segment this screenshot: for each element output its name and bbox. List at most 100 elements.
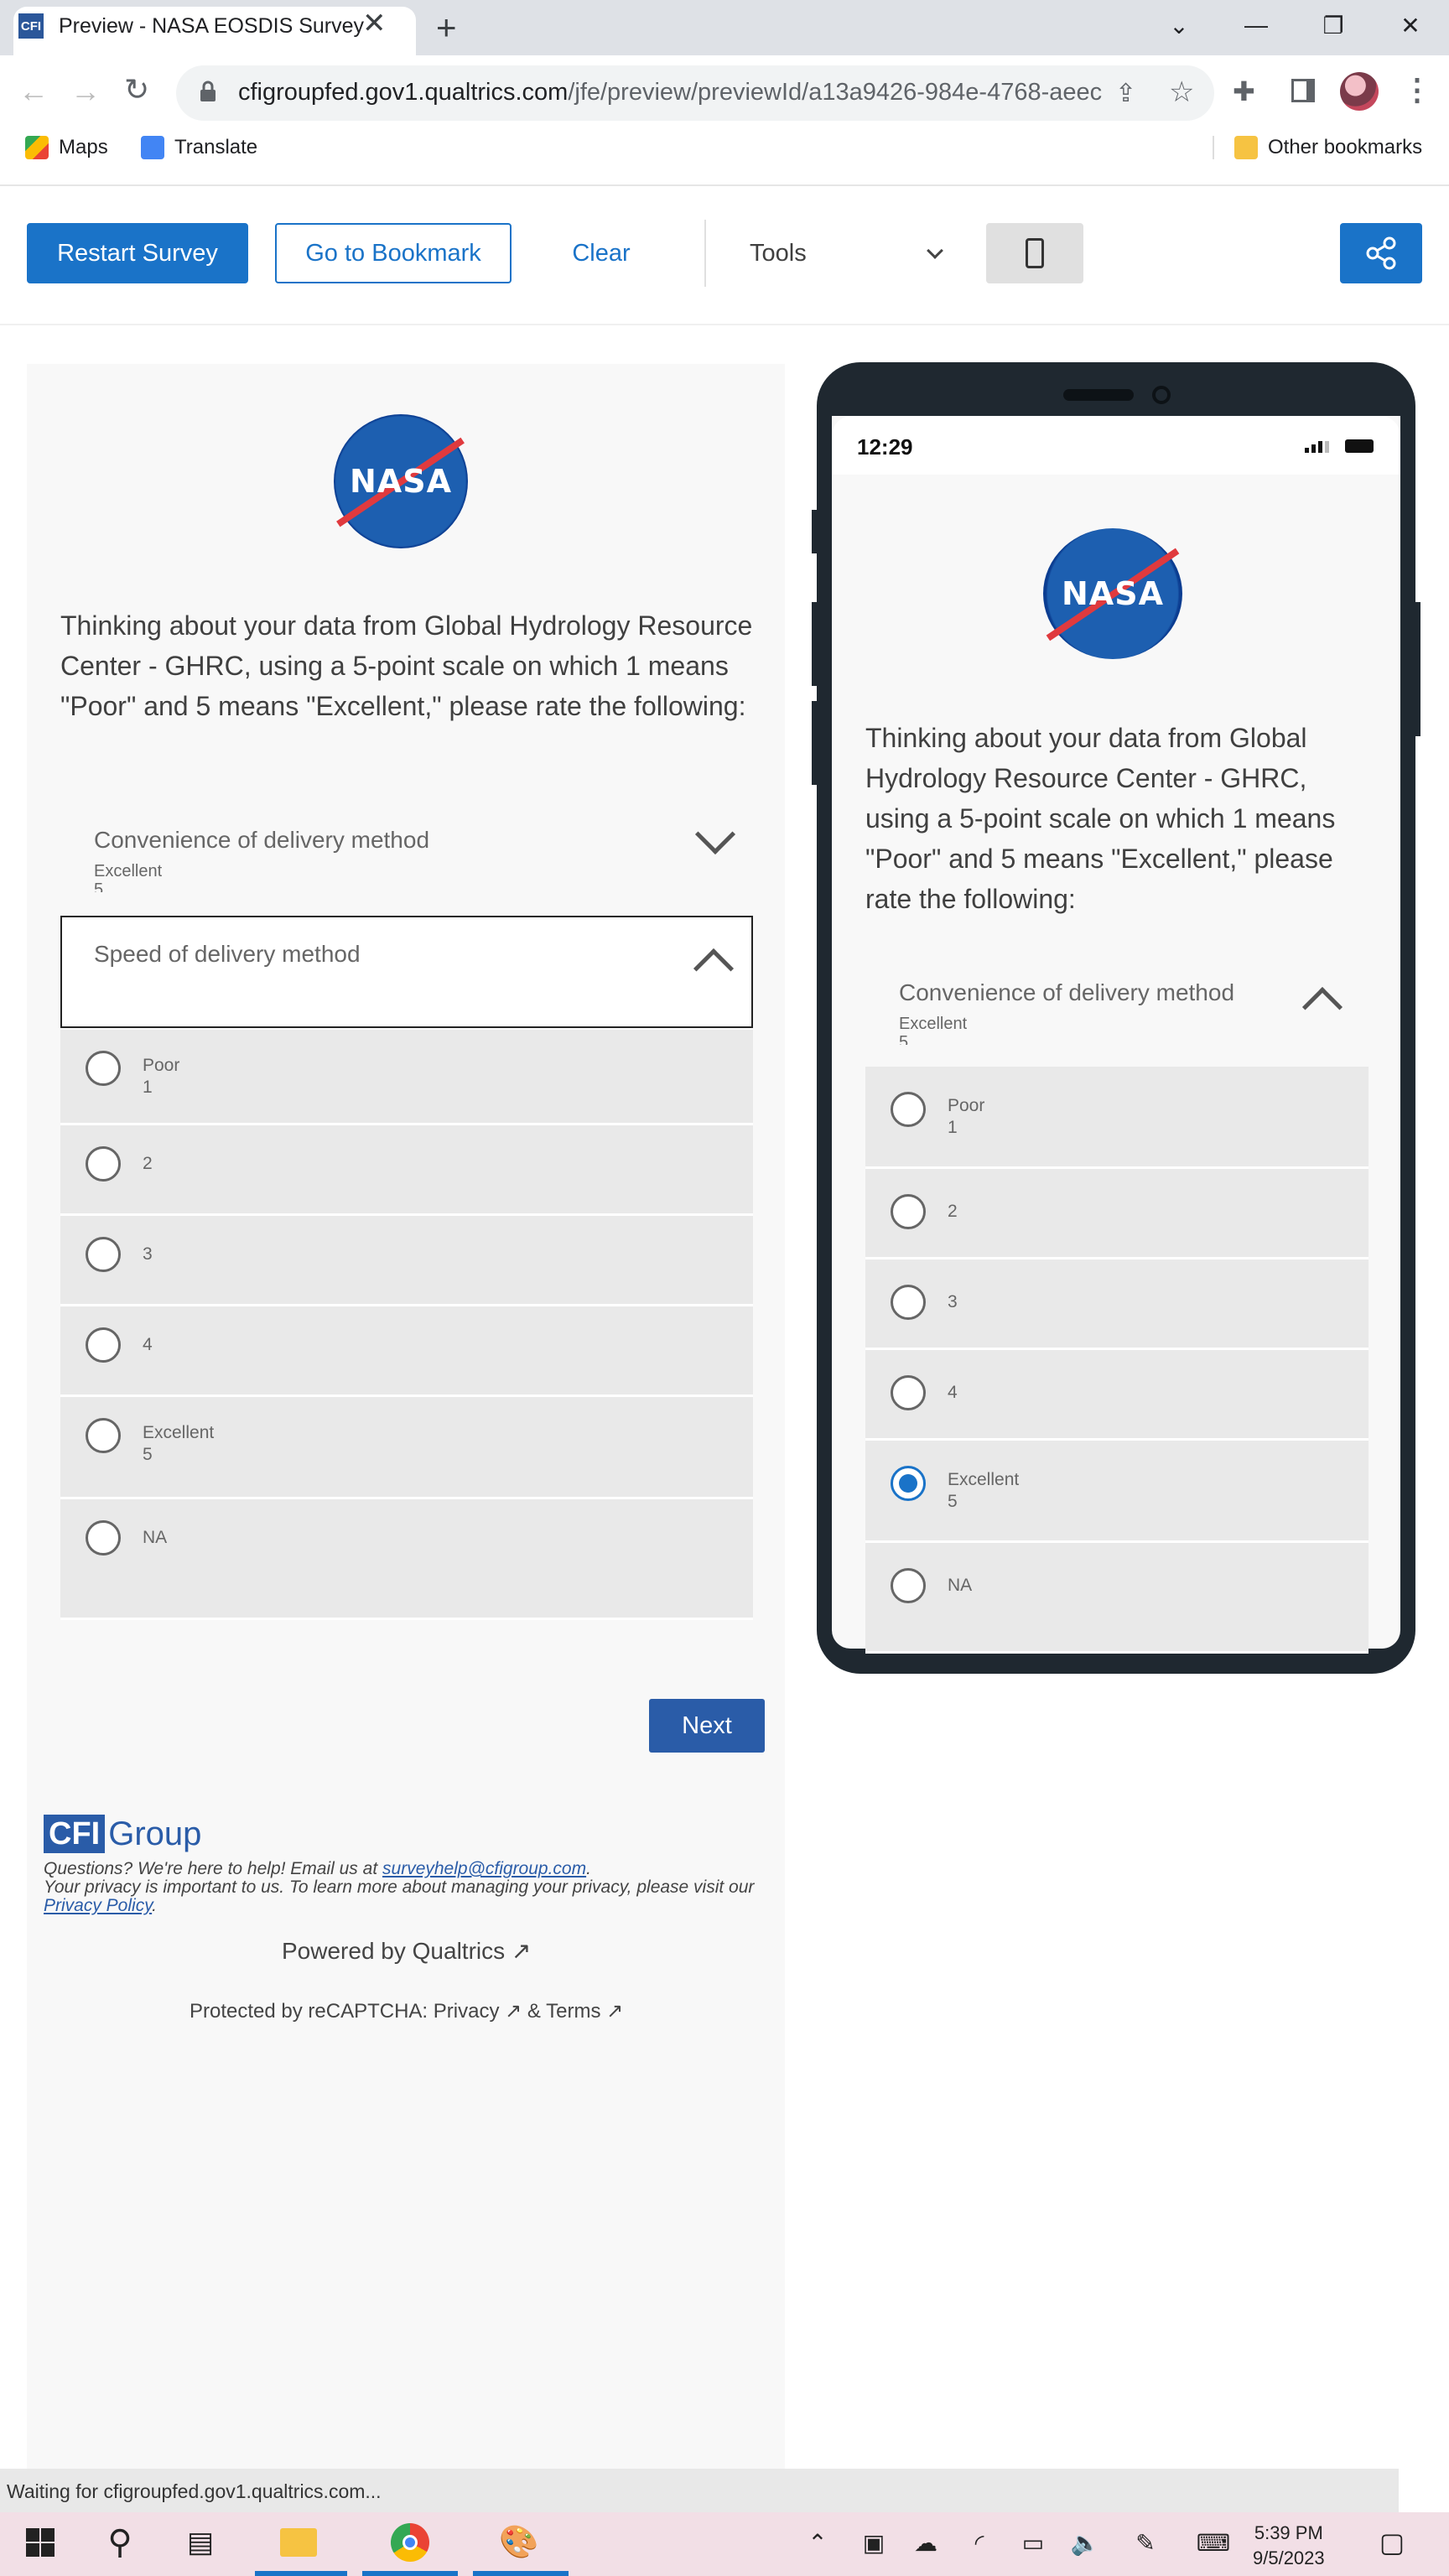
option-row[interactable]: Poor 1 <box>865 1067 1368 1169</box>
radio-button[interactable] <box>891 1092 926 1127</box>
radio-button[interactable] <box>86 1146 121 1182</box>
option-value: 1 <box>143 1078 153 1097</box>
browser-status-bar: Waiting for cfigroupfed.gov1.qualtrics.c… <box>0 2469 1399 2516</box>
tab-search-icon[interactable]: ⌄ <box>1140 0 1218 50</box>
external-link-icon: ↗ <box>511 1938 532 1964</box>
radio-button[interactable] <box>86 1237 121 1272</box>
lock-icon[interactable] <box>200 80 216 102</box>
option-row[interactable]: 2 <box>60 1125 753 1216</box>
bookmark-maps[interactable]: Maps <box>25 136 108 159</box>
footer-text: Questions? We're here to help! Email us … <box>44 1859 755 1915</box>
option-label: Poor <box>143 1056 180 1075</box>
windows-logo-icon <box>26 2528 55 2557</box>
chevron-up-icon <box>1301 986 1343 1028</box>
recaptcha-terms-link[interactable]: Terms <box>546 2000 600 2023</box>
phone-icon <box>1026 238 1044 268</box>
radio-button[interactable] <box>86 1327 121 1363</box>
option-row[interactable]: Poor 1 <box>60 1030 753 1125</box>
restore-icon[interactable]: ❐ <box>1295 0 1372 50</box>
option-value: 1 <box>948 1118 958 1137</box>
option-row[interactable]: Excellent 5 <box>60 1397 753 1499</box>
option-row[interactable]: NA <box>60 1499 753 1620</box>
option-label-group: 4 <box>143 1334 153 1356</box>
pen-icon[interactable]: ✎ <box>1130 2524 1161 2561</box>
other-bookmarks[interactable]: Other bookmarks <box>1213 136 1422 159</box>
battery-tray-icon[interactable]: ▭ <box>1016 2524 1050 2561</box>
option-label: 3 <box>143 1244 153 1264</box>
window-close-icon[interactable]: ✕ <box>1372 0 1449 50</box>
notification-icon[interactable]: ▢ <box>1374 2524 1410 2561</box>
tools-dropdown[interactable]: Tools <box>736 223 954 283</box>
side-panel-icon[interactable] <box>1291 79 1315 102</box>
radio-button[interactable] <box>86 1418 121 1453</box>
share-page-icon[interactable]: ⇪ <box>1115 79 1136 108</box>
profile-avatar[interactable] <box>1340 72 1379 111</box>
powered-label: Powered by Qualtrics <box>282 1938 506 1964</box>
option-label: 2 <box>948 1202 958 1221</box>
radio-button[interactable] <box>891 1194 926 1229</box>
option-row[interactable]: 2 <box>865 1169 1368 1259</box>
radio-button[interactable] <box>86 1051 121 1086</box>
url-text[interactable]: cfigroupfed.gov1.qualtrics.com/jfe/previ… <box>238 79 1102 106</box>
option-row[interactable]: 3 <box>865 1259 1368 1350</box>
radio-button[interactable] <box>891 1375 926 1410</box>
task-view-icon[interactable]: ▤ <box>179 2524 221 2561</box>
tab-title[interactable]: Preview - NASA EOSDIS Survey <box>59 14 364 39</box>
window-controls: ⌄ — ❐ ✕ <box>1140 0 1449 50</box>
back-icon[interactable]: ← <box>18 74 49 109</box>
tray-chevron-icon[interactable]: ⌃ <box>805 2524 830 2561</box>
chrome-icon[interactable] <box>389 2523 431 2562</box>
option-label-group: 3 <box>143 1244 153 1265</box>
privacy-policy-link[interactable]: Privacy Policy <box>44 1896 152 1915</box>
radio-selected[interactable] <box>891 1466 926 1501</box>
accordion-speed[interactable]: Speed of delivery method <box>60 916 753 1028</box>
accordion-answer-label: Excellent <box>899 1015 968 1033</box>
battery-icon <box>1345 439 1374 453</box>
mobile-accordion-convenience[interactable]: Convenience of delivery method Excellent… <box>865 968 1368 1048</box>
search-icon[interactable]: ⚲ <box>99 2524 141 2561</box>
radio-button[interactable] <box>891 1568 926 1603</box>
radio-button[interactable] <box>86 1520 121 1555</box>
taskbar-clock[interactable]: 5:39 PM 9/5/2023 <box>1253 2521 1325 2571</box>
next-button[interactable]: Next <box>649 1699 765 1753</box>
go-to-bookmark-button[interactable]: Go to Bookmark <box>275 223 512 283</box>
powered-by-qualtrics-link[interactable]: Powered by Qualtrics ↗ <box>282 1937 531 1965</box>
tab-close-icon[interactable]: ✕ <box>362 5 387 42</box>
option-label-group: NA <box>143 1527 167 1549</box>
option-row[interactable]: NA <box>865 1543 1368 1654</box>
nasa-logo-text: NASA <box>1062 575 1164 612</box>
restart-survey-button[interactable]: Restart Survey <box>27 223 248 283</box>
file-explorer-icon[interactable] <box>277 2524 320 2561</box>
option-label: 2 <box>143 1154 153 1173</box>
mobile-view-button[interactable] <box>986 223 1083 283</box>
accordion-convenience[interactable]: Convenience of delivery method Excellent… <box>60 813 753 899</box>
paint-icon[interactable]: 🎨 <box>498 2524 540 2561</box>
recaptcha-privacy-link[interactable]: Privacy <box>434 2000 500 2023</box>
bookmark-star-icon[interactable]: ☆ <box>1169 75 1194 109</box>
reload-icon[interactable]: ↻ <box>124 72 149 107</box>
help-text: Questions? We're here to help! Email us … <box>44 1859 378 1878</box>
share-button[interactable] <box>1340 223 1422 283</box>
onedrive-icon[interactable]: ☁ <box>909 2524 943 2561</box>
option-row[interactable]: 4 <box>60 1306 753 1397</box>
help-email-link[interactable]: surveyhelp@cfigroup.com <box>382 1859 586 1878</box>
new-tab-icon[interactable]: + <box>436 7 457 49</box>
windows-start-icon[interactable] <box>22 2524 59 2561</box>
keyboard-icon[interactable]: ⌨ <box>1191 2524 1236 2561</box>
question-text: Thinking about your data from Global Hyd… <box>60 610 753 721</box>
radio-button[interactable] <box>891 1285 926 1320</box>
wifi-icon[interactable]: ◜ <box>964 2524 995 2561</box>
option-row[interactable]: Excellent 5 <box>865 1441 1368 1543</box>
forward-icon[interactable]: → <box>70 74 101 109</box>
option-label-group: 2 <box>143 1153 153 1175</box>
volume-icon[interactable]: 🔈 <box>1068 2524 1102 2561</box>
minimize-icon[interactable]: — <box>1218 0 1295 50</box>
menu-icon[interactable]: ⋮ <box>1402 72 1432 107</box>
option-row[interactable]: 3 <box>60 1216 753 1306</box>
tray-app-icon[interactable]: ▣ <box>859 2524 889 2561</box>
bookmark-translate[interactable]: Translate <box>141 136 257 159</box>
clear-button[interactable]: Clear <box>538 223 664 283</box>
extensions-icon[interactable]: ✚ <box>1233 75 1255 107</box>
accordion-title: Convenience of delivery method <box>899 979 1235 1005</box>
option-row[interactable]: 4 <box>865 1350 1368 1441</box>
